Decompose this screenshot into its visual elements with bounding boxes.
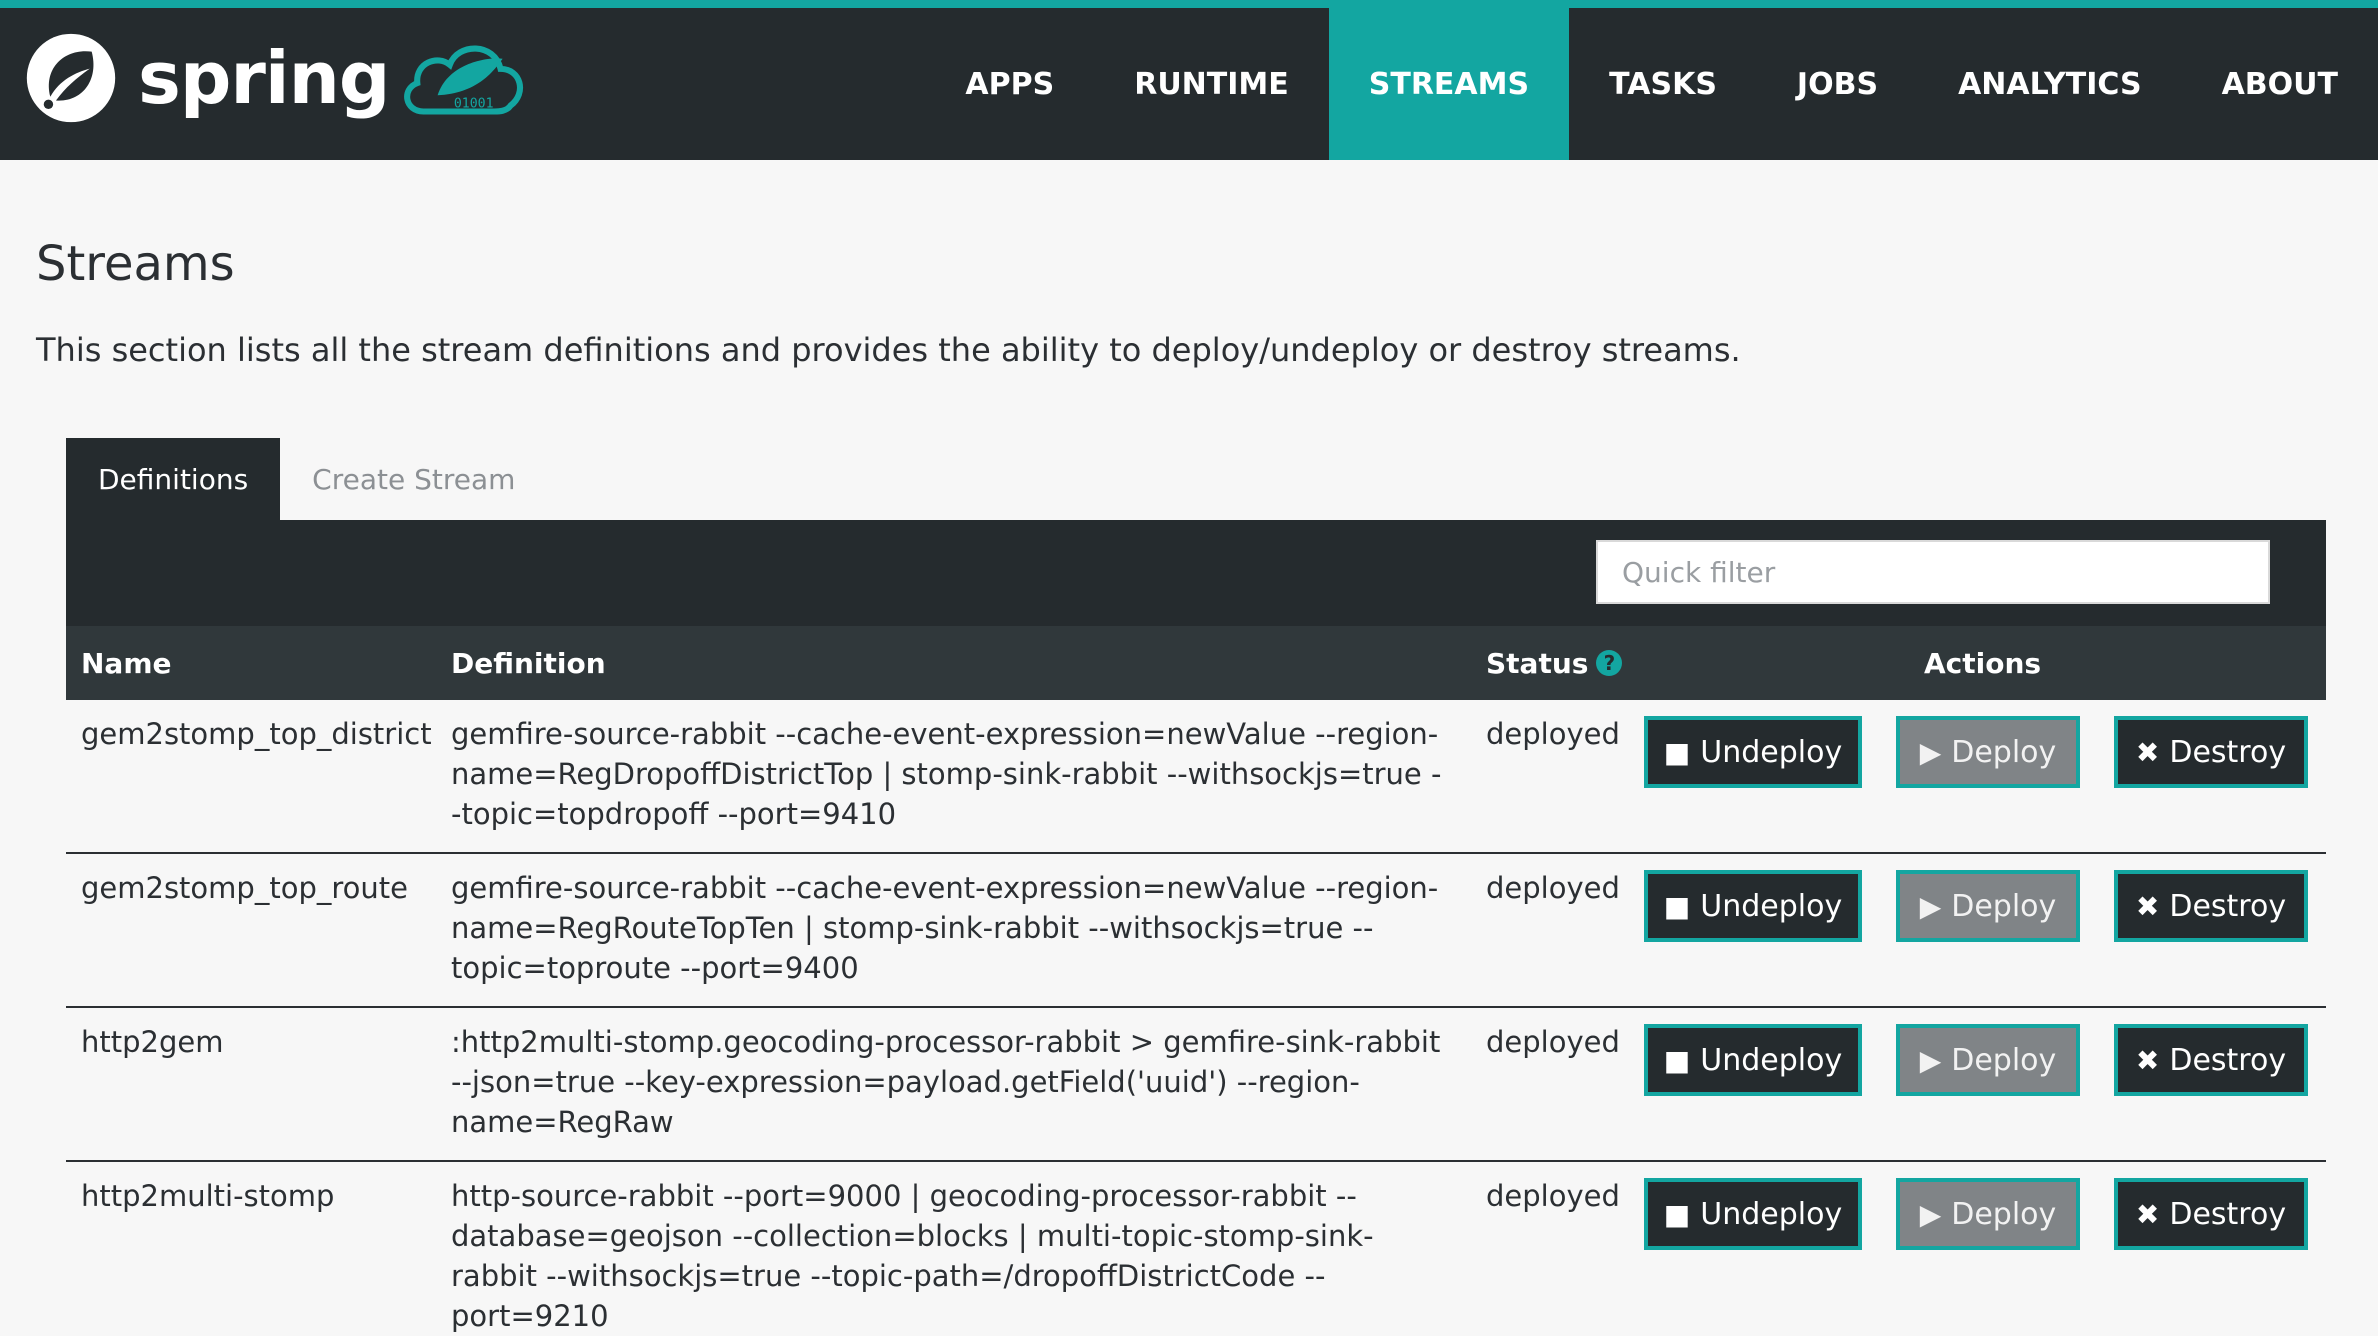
stream-status: deployed [1486,1025,1620,1059]
main-nav: APPS RUNTIME STREAMS TASKS JOBS ANALYTIC… [925,8,2378,160]
nav-streams[interactable]: STREAMS [1328,8,1570,160]
destroy-label: Destroy [2169,1196,2287,1232]
tab-create-stream[interactable]: Create Stream [280,438,547,520]
stop-square-icon: ■ [1663,889,1691,923]
stop-square-icon: ■ [1663,735,1691,769]
stop-square-icon: ■ [1663,1197,1691,1231]
destroy-label: Destroy [2169,734,2287,770]
stream-definition: :http2multi-stomp.geocoding-processor-ra… [451,1025,1441,1139]
stream-name: http2multi-stomp [81,1179,335,1213]
table-row: http2multi-stomp http-source-rabbit --po… [66,1162,2326,1333]
deploy-button[interactable]: ▶ Deploy [1896,1178,2080,1250]
stream-status: deployed [1486,871,1620,905]
destroy-button[interactable]: ✖ Destroy [2114,1178,2308,1250]
destroy-button[interactable]: ✖ Destroy [2114,1024,2308,1096]
filter-bar [66,520,2326,626]
undeploy-button[interactable]: ■ Undeploy [1644,870,1862,942]
header-status: Status ? [1486,626,1623,700]
stop-square-icon: ■ [1663,1043,1691,1077]
nav-jobs[interactable]: JOBS [1757,8,1918,160]
stream-definition: http-source-rabbit --port=9000 | geocodi… [451,1179,1374,1333]
spring-leaf-icon [26,33,116,123]
brand-logo[interactable]: spring 01001 [24,28,529,128]
header-definition: Definition [451,646,606,680]
destroy-label: Destroy [2169,1042,2287,1078]
stream-name: gem2stomp_top_district [81,717,432,751]
undeploy-label: Undeploy [1700,1042,1843,1078]
brand-name: spring [138,36,390,120]
question-circle-icon[interactable]: ? [1596,650,1623,676]
deploy-label: Deploy [1951,1042,2057,1078]
header-actions: Actions [1924,646,2042,680]
x-icon: ✖ [2135,735,2160,769]
x-icon: ✖ [2135,889,2160,923]
deploy-label: Deploy [1951,734,2057,770]
stream-table-body: gem2stomp_top_district gemfire-source-ra… [66,700,2326,1333]
destroy-button[interactable]: ✖ Destroy [2114,716,2308,788]
undeploy-label: Undeploy [1700,1196,1843,1232]
tab-definitions[interactable]: Definitions [66,438,281,520]
undeploy-button[interactable]: ■ Undeploy [1644,1024,1862,1096]
svg-text:01001: 01001 [454,96,494,111]
deploy-button[interactable]: ▶ Deploy [1896,716,2080,788]
nav-analytics[interactable]: ANALYTICS [1918,8,2182,160]
x-icon: ✖ [2135,1043,2160,1077]
play-triangle-icon: ▶ [1919,1197,1942,1231]
destroy-button[interactable]: ✖ Destroy [2114,870,2308,942]
nav-runtime[interactable]: RUNTIME [1094,8,1329,160]
stream-tabs: Definitions Create Stream [66,438,547,520]
destroy-label: Destroy [2169,888,2287,924]
x-icon: ✖ [2135,1197,2160,1231]
undeploy-label: Undeploy [1700,888,1843,924]
table-header: Name Definition Status ? Actions [66,626,2326,700]
table-row: http2gem :http2multi-stomp.geocoding-pro… [66,1008,2326,1162]
deploy-label: Deploy [1951,888,2057,924]
table-row: gem2stomp_top_district gemfire-source-ra… [66,700,2326,854]
header-status-label: Status [1486,646,1589,680]
stream-name: gem2stomp_top_route [81,871,408,905]
deploy-button[interactable]: ▶ Deploy [1896,870,2080,942]
play-triangle-icon: ▶ [1919,889,1942,923]
quick-filter-input[interactable] [1596,540,2270,604]
stream-definition: gemfire-source-rabbit --cache-event-expr… [451,871,1439,985]
stream-status: deployed [1486,1179,1620,1213]
table-row: gem2stomp_top_route gemfire-source-rabbi… [66,854,2326,1008]
deploy-label: Deploy [1951,1196,2057,1232]
play-triangle-icon: ▶ [1919,1043,1942,1077]
page-description: This section lists all the stream defini… [36,331,1741,369]
stream-definition: gemfire-source-rabbit --cache-event-expr… [451,717,1442,831]
top-navbar: spring 01001 APPS RUNTIME STREAMS TASKS … [0,0,2378,160]
nav-tasks[interactable]: TASKS [1569,8,1757,160]
page-title: Streams [36,236,235,292]
cloud-icon: 01001 [404,45,524,115]
deploy-button[interactable]: ▶ Deploy [1896,1024,2080,1096]
undeploy-button[interactable]: ■ Undeploy [1644,716,1862,788]
header-name: Name [81,646,172,680]
stream-status: deployed [1486,717,1620,751]
stream-name: http2gem [81,1025,224,1059]
nav-about[interactable]: ABOUT [2182,8,2378,160]
play-triangle-icon: ▶ [1919,735,1942,769]
undeploy-label: Undeploy [1700,734,1843,770]
top-accent-stripe [0,0,2378,8]
undeploy-button[interactable]: ■ Undeploy [1644,1178,1862,1250]
nav-apps[interactable]: APPS [925,8,1094,160]
